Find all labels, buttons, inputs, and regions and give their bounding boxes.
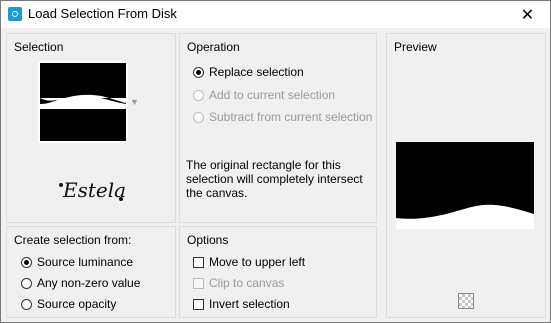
radio-label: Subtract from current selection bbox=[209, 110, 373, 124]
radio-indicator[interactable] bbox=[193, 66, 204, 78]
checkbox-indicator[interactable] bbox=[193, 298, 204, 310]
checkbox-indicator bbox=[193, 277, 204, 289]
operation-panel-title: Operation bbox=[187, 40, 240, 54]
operation-info-text: The original rectangle for this selectio… bbox=[186, 158, 363, 200]
radio-label: Source opacity bbox=[37, 297, 117, 311]
options-panel-title: Options bbox=[187, 233, 229, 247]
source-luminance-radio[interactable]: Source luminance bbox=[21, 255, 133, 269]
checkbox-label: Clip to canvas bbox=[209, 276, 285, 290]
checkbox-label: Invert selection bbox=[209, 297, 290, 311]
checkerboard-icon[interactable] bbox=[458, 293, 474, 309]
title-bar: Load Selection From Disk ✕ bbox=[1, 1, 550, 28]
dialog-window: Load Selection From Disk ✕ Selection ▼ E… bbox=[0, 0, 551, 323]
app-icon bbox=[8, 7, 22, 21]
window-title: Load Selection From Disk bbox=[28, 6, 177, 21]
any-non-zero-radio[interactable]: Any non-zero value bbox=[21, 276, 140, 290]
invert-selection-checkbox[interactable]: Invert selection bbox=[193, 297, 290, 311]
create-from-panel-title: Create selection from: bbox=[14, 233, 132, 247]
chevron-down-icon[interactable]: ▼ bbox=[130, 97, 139, 107]
checkbox-indicator[interactable] bbox=[193, 256, 204, 268]
radio-indicator[interactable] bbox=[21, 256, 32, 268]
close-button[interactable]: ✕ bbox=[505, 1, 550, 28]
signature-watermark: Estela bbox=[55, 169, 129, 211]
radio-indicator bbox=[193, 111, 204, 123]
radio-label: Any non-zero value bbox=[37, 276, 141, 290]
checkbox-label: Move to upper left bbox=[209, 255, 306, 269]
selection-thumbnail[interactable] bbox=[38, 61, 128, 143]
preview-image bbox=[396, 142, 534, 229]
replace-selection-radio[interactable]: Replace selection bbox=[193, 65, 304, 79]
radio-indicator[interactable] bbox=[21, 277, 32, 289]
radio-label: Source luminance bbox=[37, 255, 134, 269]
selection-panel-title: Selection bbox=[14, 40, 64, 54]
signature-graphic: Estela bbox=[59, 178, 126, 202]
radio-indicator bbox=[193, 89, 204, 101]
radio-label: Add to current selection bbox=[209, 88, 336, 102]
svg-text:Estela: Estela bbox=[62, 178, 126, 202]
subtract-selection-radio: Subtract from current selection bbox=[193, 110, 372, 124]
clip-to-canvas-checkbox: Clip to canvas bbox=[193, 276, 284, 290]
radio-label: Replace selection bbox=[209, 65, 304, 79]
radio-indicator[interactable] bbox=[21, 298, 32, 310]
preview-graphic bbox=[396, 142, 534, 219]
preview-panel-title: Preview bbox=[394, 40, 437, 54]
source-opacity-radio[interactable]: Source opacity bbox=[21, 297, 116, 311]
selection-thumbnail-image bbox=[40, 63, 126, 141]
move-upper-left-checkbox[interactable]: Move to upper left bbox=[193, 255, 305, 269]
add-selection-radio: Add to current selection bbox=[193, 88, 335, 102]
